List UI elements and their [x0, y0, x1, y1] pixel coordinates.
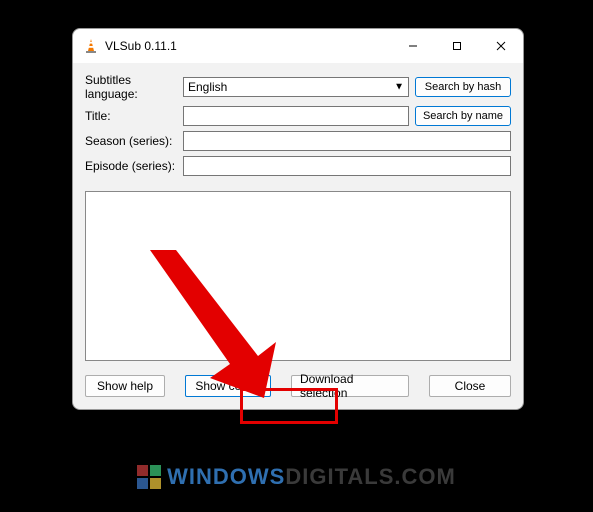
search-by-name-button[interactable]: Search by name [415, 106, 511, 126]
title-input[interactable] [183, 106, 409, 126]
show-help-button[interactable]: Show help [85, 375, 165, 397]
watermark: WindowsDigitals.com [0, 464, 593, 490]
vlc-cone-icon [83, 38, 99, 54]
dropdown-caret-icon: ▼ [394, 82, 404, 93]
close-button[interactable]: Close [429, 375, 511, 397]
content-area: Subtitles language: English ▼ Search by … [73, 63, 523, 409]
search-by-hash-button[interactable]: Search by hash [415, 77, 511, 97]
minimize-button[interactable] [391, 29, 435, 63]
show-config-button[interactable]: Show config [185, 375, 271, 397]
watermark-text-1: Windows [167, 464, 285, 489]
close-window-button[interactable] [479, 29, 523, 63]
window-title: VLSub 0.11.1 [105, 39, 177, 53]
season-input[interactable] [183, 131, 511, 151]
button-bar: Show help Show config Download selection… [85, 375, 511, 397]
title-label: Title: [85, 109, 183, 123]
episode-label: Episode (series): [85, 159, 183, 173]
season-label: Season (series): [85, 134, 183, 148]
episode-input[interactable] [183, 156, 511, 176]
search-form: Subtitles language: English ▼ Search by … [85, 73, 511, 187]
language-select[interactable]: English ▼ [183, 77, 409, 97]
titlebar[interactable]: VLSub 0.11.1 [73, 29, 523, 63]
language-value: English [188, 80, 227, 94]
download-selection-button[interactable]: Download selection [291, 375, 409, 397]
watermark-logo-icon [137, 465, 161, 489]
window-controls [391, 29, 523, 63]
watermark-text-2: Digitals.com [285, 464, 455, 489]
language-label: Subtitles language: [85, 73, 183, 101]
vlsub-window: VLSub 0.11.1 Subtitles language: English… [72, 28, 524, 410]
results-list[interactable] [85, 191, 511, 361]
maximize-button[interactable] [435, 29, 479, 63]
